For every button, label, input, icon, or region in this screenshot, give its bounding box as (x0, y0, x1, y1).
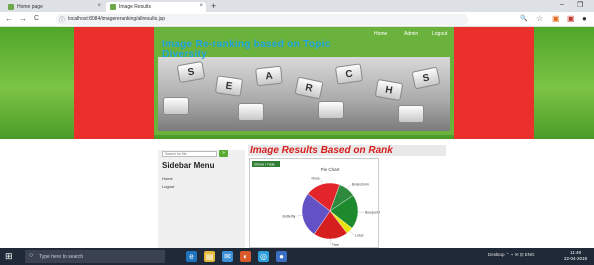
results-heading: Image Results Based on Rank (248, 145, 446, 156)
tab-image-results[interactable]: Image Results × (106, 2, 206, 12)
banner-key: S (176, 60, 206, 84)
banner-key-blank (318, 101, 344, 119)
tab-label: Home page (17, 4, 43, 10)
banner-key: R (294, 76, 324, 100)
slice-label-connector (347, 184, 352, 190)
slice-label: Rose (311, 177, 319, 181)
taskbar-search-placeholder: Type here to search (39, 254, 84, 260)
chart-title: Pie Chart (321, 167, 341, 172)
site-title: Image Re-ranking based on Topic Diversit… (162, 39, 331, 60)
nav-admin-link[interactable]: Admin (404, 31, 418, 37)
legend-toggle-label: Show / hide (254, 162, 276, 167)
close-tab-icon[interactable]: × (97, 3, 101, 9)
chrome-browser-icon[interactable]: ◎ (258, 251, 269, 262)
banner-key-blank (398, 105, 424, 123)
header-left-accent (74, 27, 154, 139)
app-icon[interactable]: ◐ (240, 251, 251, 262)
extension-icon[interactable]: ▣ (552, 14, 560, 23)
slice-label: Bouquet Flow (365, 210, 380, 214)
banner-key: C (334, 63, 364, 85)
search-keyboard-image: S E A R C H S (158, 57, 450, 131)
tab-label: Image Results (119, 4, 151, 10)
browser-tab-bar: Home page × Image Results × + – ❐ (0, 0, 594, 12)
web-page: S E A R C H S Image Re-ranking based on … (0, 27, 594, 248)
search-icon: ○ (29, 252, 34, 259)
sidebar-title: Sidebar Menu (162, 161, 215, 170)
slice-label-connector (296, 215, 303, 217)
sidebar-link-home[interactable]: Home (162, 176, 173, 181)
new-tab-button[interactable]: + (211, 1, 216, 11)
banner-key: A (255, 65, 283, 87)
banner-key-blank (163, 97, 189, 115)
browser-toolbar: ← → C ⓘ localhost:8084/imagereranking/al… (0, 12, 594, 27)
slice-label: Tree (332, 243, 339, 247)
windows-taskbar: ⊞ ○ Type here to search e ▤ ✉ ◐ ◎ ● Desk… (0, 248, 594, 265)
maximize-icon[interactable]: ❐ (577, 1, 583, 9)
forward-button[interactable]: → (19, 14, 27, 23)
system-tray[interactable]: Desktop ⌃ ⌁ ✉ ⊡ ENG (488, 252, 535, 258)
slice-label: Butterfly (283, 214, 296, 218)
page-favicon-icon (110, 4, 116, 10)
pie-chart: Show / hide Pie Chart Brainstorm Bouquet … (252, 161, 380, 247)
mail-icon[interactable]: ✉ (222, 251, 233, 262)
address-text: localhost:8084/imagereranking/allresults… (68, 16, 165, 22)
banner-key: E (214, 75, 244, 97)
extension-icon-2[interactable]: ▣ (567, 14, 575, 23)
page-favicon-icon (8, 4, 14, 10)
slice-label-connector (349, 230, 355, 236)
banner-key-blank (238, 103, 264, 121)
back-button[interactable]: ← (5, 14, 13, 23)
slice-label: Brainstorm (352, 182, 369, 186)
bookmark-star-icon[interactable]: ☆ (536, 14, 543, 23)
taskbar-search-field[interactable]: ○ Type here to search (25, 250, 165, 263)
minimize-icon[interactable]: – (560, 1, 564, 8)
sidebar-search-input[interactable] (162, 151, 217, 157)
nav-logout-link[interactable]: Logout (432, 31, 447, 37)
tab-home-page[interactable]: Home page × (4, 2, 104, 12)
sidebar-link-logout[interactable]: Logout (162, 184, 174, 189)
clock-date: 22-04-2019 (564, 256, 588, 261)
profile-icon[interactable]: ● (582, 14, 587, 23)
taskbar-clock[interactable]: 11:49 22-04-2019 (564, 250, 587, 262)
banner-key: S (411, 66, 441, 90)
header-right-accent (454, 27, 534, 139)
slice-label: Lotus (355, 233, 364, 237)
reload-button[interactable]: C (34, 15, 39, 22)
app-icon-2[interactable]: ● (276, 251, 287, 262)
site-info-icon[interactable]: ⓘ (59, 15, 65, 24)
edge-browser-icon[interactable]: e (186, 251, 197, 262)
sidebar-search-button[interactable]: » (219, 150, 228, 157)
windows-start-icon[interactable]: ⊞ (5, 251, 13, 262)
nav-home-link[interactable]: Home (374, 31, 387, 37)
address-bar[interactable]: ⓘ localhost:8084/imagereranking/allresul… (56, 14, 468, 25)
slice-label-connector (320, 178, 323, 185)
close-tab-icon[interactable]: × (199, 3, 203, 9)
zoom-icon[interactable]: 🔍 (520, 15, 527, 22)
file-explorer-icon[interactable]: ▤ (204, 251, 215, 262)
pie-chart-panel: Show / hide Pie Chart Brainstorm Bouquet … (249, 158, 380, 248)
banner-key: H (374, 78, 404, 102)
